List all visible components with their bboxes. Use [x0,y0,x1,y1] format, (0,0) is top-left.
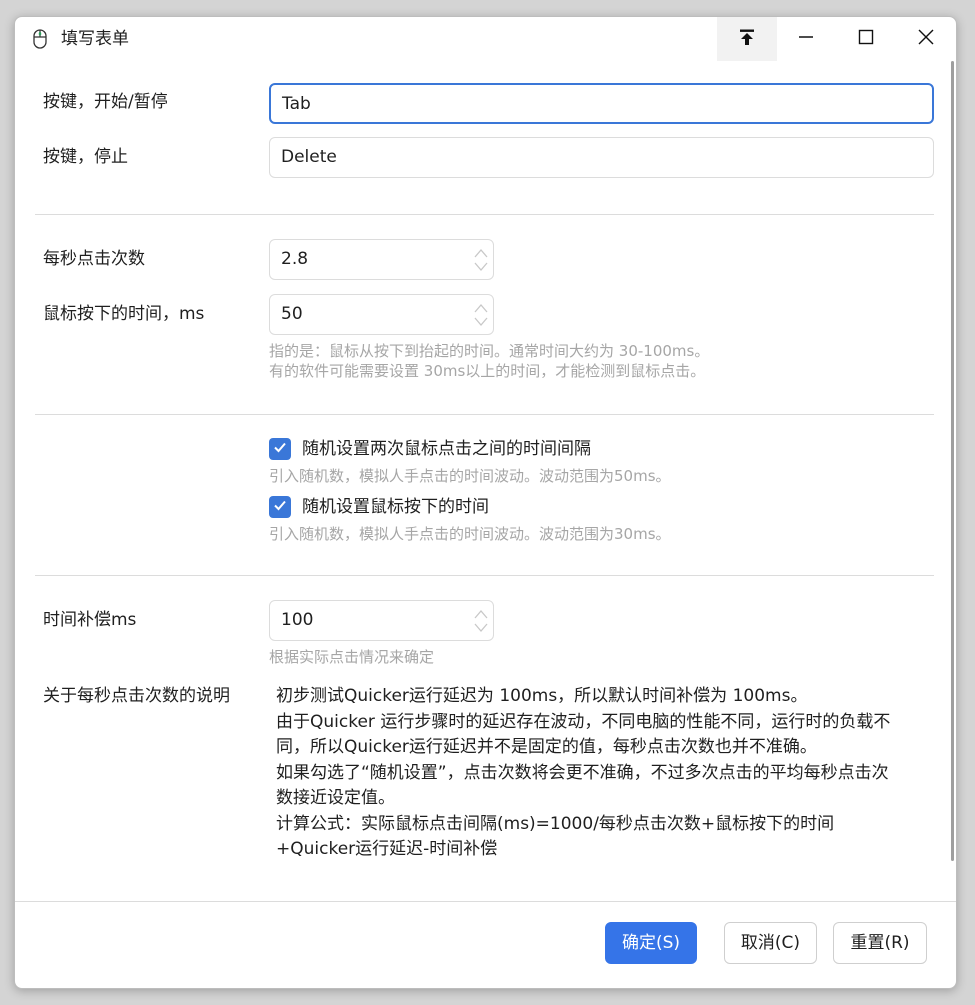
title-bar[interactable]: 填写表单 [15,17,956,61]
clicks-per-second-value: 2.8 [281,249,309,269]
description-line: 计算公式：实际鼠标点击间隔(ms)=1000/每秒点击次数+鼠标按下的时间 [276,813,835,834]
random-interval-hint: 引入随机数，模拟人手点击的时间波动。波动范围为50ms。 [269,467,671,485]
description-label: 关于每秒点击次数的说明 [43,686,230,706]
description-line: 初步测试Quicker运行延迟为 100ms，所以默认时间补偿为 100ms。 [276,686,808,706]
random-press-hint: 引入随机数，模拟人手点击的时间波动。波动范围为30ms。 [269,525,671,543]
time-compensation-value: 100 [281,610,314,630]
description-line: 数接近设定值。 [276,788,395,808]
random-interval-checkbox[interactable] [269,438,291,460]
mouse-icon [29,28,51,50]
minimize-icon [798,29,814,49]
close-button[interactable] [897,17,955,61]
clicks-per-second-stepper[interactable]: 2.8 [269,239,494,280]
maximize-icon [858,29,874,49]
close-icon [918,29,934,49]
description-line: +Quicker运行延迟-时间补偿 [276,839,498,859]
random-interval-label[interactable]: 随机设置两次鼠标点击之间的时间间隔 [302,437,591,461]
cancel-button[interactable]: 取消(C) [724,922,817,964]
dialog-window: 填写表单 按键，开始/暂停 Tab 按键，停止 Delete 每秒点击次数 2.… [14,16,957,989]
description-line: 如果勾选了“随机设置”，点击次数将会更不准确，不过多次点击的平均每秒点击次 [276,762,889,783]
press-duration-hint-1: 指的是：鼠标从按下到抬起的时间。通常时间大约为 30-100ms。 [269,342,710,360]
section-divider [35,575,934,576]
footer-divider [15,901,956,902]
description-text: 初步测试Quicker运行延迟为 100ms，所以默认时间补偿为 100ms。 … [276,684,940,863]
random-press-label[interactable]: 随机设置鼠标按下的时间 [302,495,489,519]
random-press-checkbox[interactable] [269,496,291,518]
time-compensation-hint: 根据实际点击情况来确定 [269,648,435,666]
press-duration-stepper[interactable]: 50 [269,294,494,335]
minimize-button[interactable] [777,17,835,61]
time-compensation-label: 时间补偿ms [43,610,137,630]
description-line: 由于Quicker 运行步骤时的延迟存在波动，不同电脑的性能不同，运行时的负载不 [276,711,891,732]
vertical-scrollbar[interactable] [951,61,954,861]
reset-button[interactable]: 重置(R) [833,922,927,964]
window-title: 填写表单 [61,29,129,49]
checkmark-icon [272,439,288,459]
checkmark-icon [272,497,288,517]
pin-top-icon [738,28,756,50]
stop-key-label: 按键，停止 [43,147,128,167]
stop-key-input[interactable]: Delete [269,137,934,178]
description-line: 同，所以Quicker运行延迟并不是固定的值，每秒点击次数也并不准确。 [276,737,817,757]
spin-arrows-icon[interactable] [473,302,489,328]
press-duration-label: 鼠标按下的时间，ms [43,304,205,324]
time-compensation-stepper[interactable]: 100 [269,600,494,641]
ok-button[interactable]: 确定(S) [605,922,697,964]
start-pause-key-label: 按键，开始/暂停 [43,92,168,112]
press-duration-hint-2: 有的软件可能需要设置 30ms以上的时间，才能检测到鼠标点击。 [269,362,706,380]
pin-top-button[interactable] [717,17,777,61]
spin-arrows-icon[interactable] [473,608,489,634]
section-divider [35,414,934,415]
maximize-button[interactable] [837,17,895,61]
section-divider [35,214,934,215]
start-pause-key-input[interactable]: Tab [269,83,934,124]
clicks-per-second-label: 每秒点击次数 [43,249,145,269]
press-duration-value: 50 [281,304,303,324]
spin-arrows-icon[interactable] [473,247,489,273]
